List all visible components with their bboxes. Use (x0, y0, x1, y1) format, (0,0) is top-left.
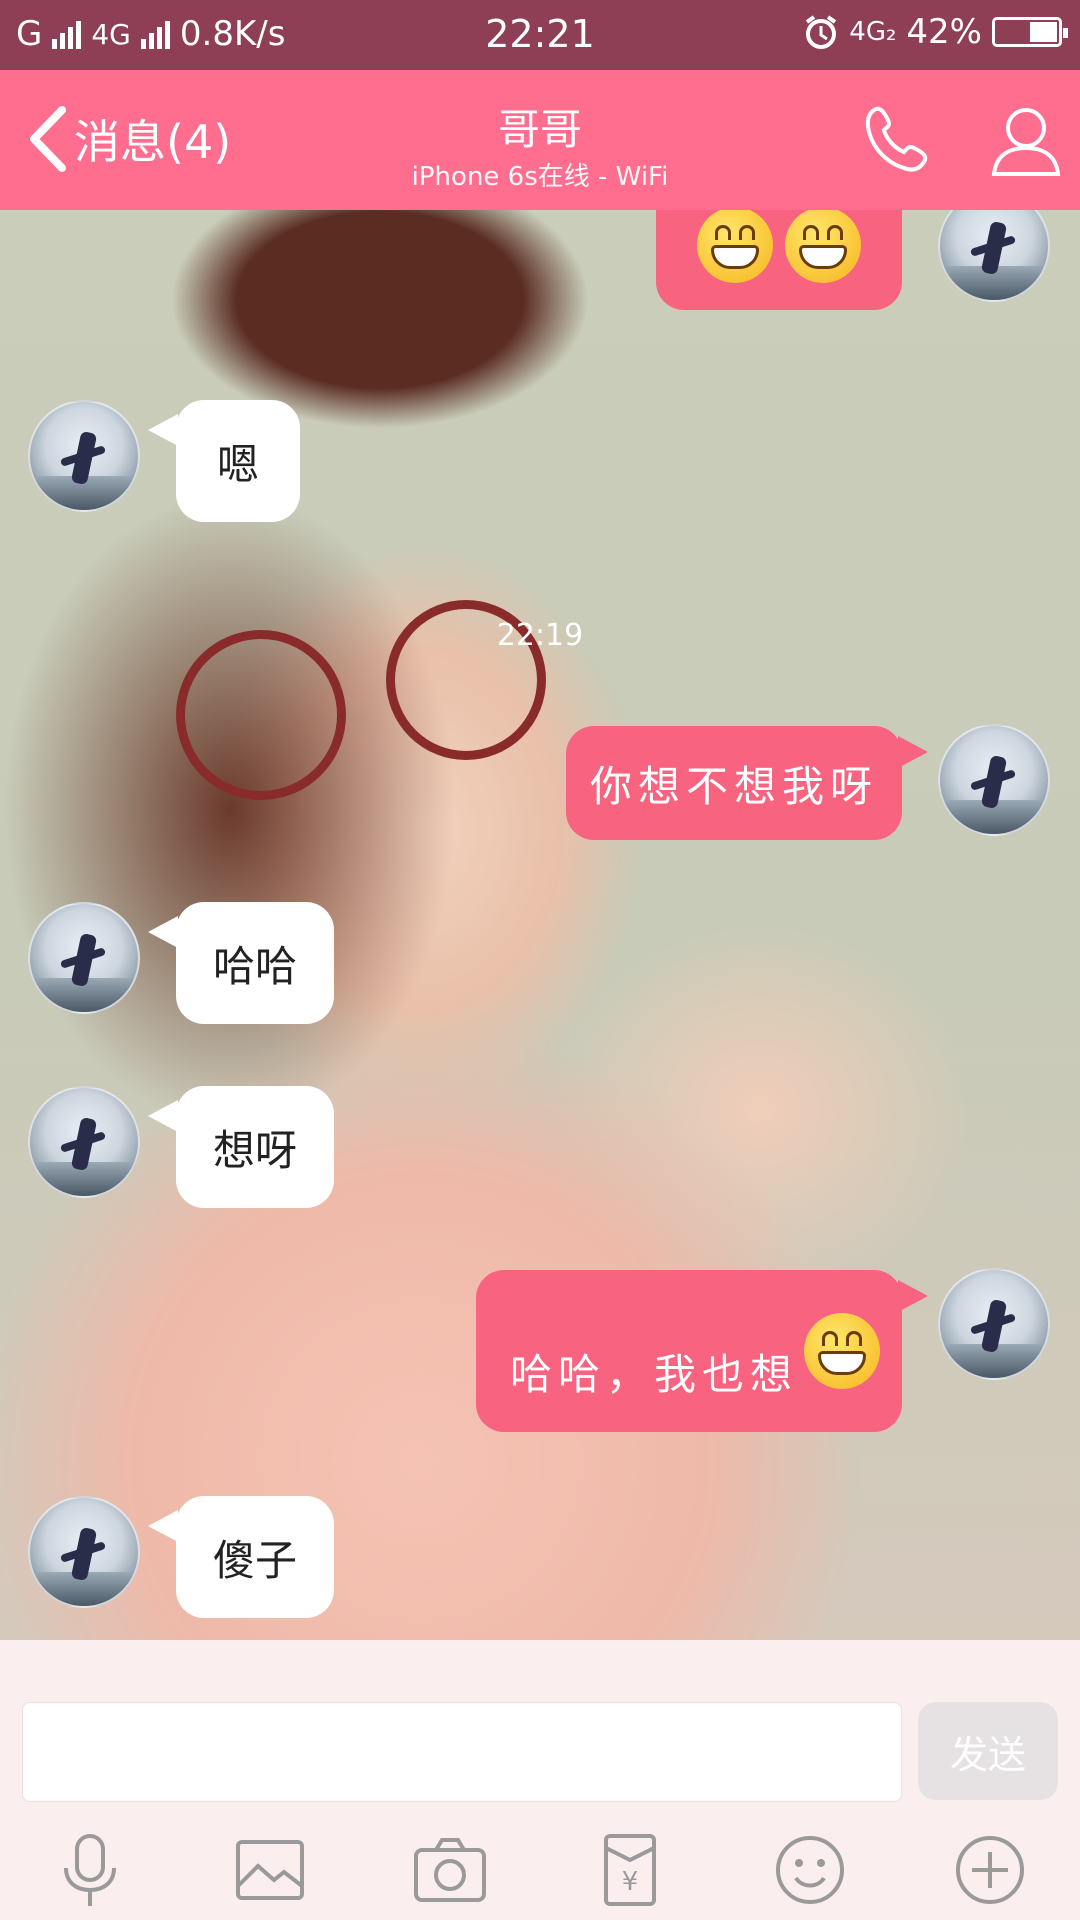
send-button[interactable]: 发送 (918, 1702, 1058, 1800)
avatar-contact[interactable] (28, 902, 140, 1014)
battery-level-fill (1030, 22, 1057, 42)
battery-percent: 42% (906, 12, 982, 52)
message-bubble-incoming[interactable]: 傻子 (176, 1496, 334, 1618)
message-input[interactable] (22, 1702, 902, 1802)
message-bubble-incoming[interactable]: 嗯 (176, 400, 300, 522)
input-panel: 发送 ¥ (0, 1640, 1080, 1920)
emoji-icon[interactable] (770, 1830, 850, 1910)
camera-icon[interactable] (410, 1830, 490, 1910)
image-icon[interactable] (230, 1830, 310, 1910)
avatar-contact[interactable] (28, 400, 140, 512)
status-bar: G 4G 0.8K/s 22:21 4G₂ 42% (0, 0, 1080, 70)
red-packet-icon[interactable]: ¥ (590, 1830, 670, 1910)
message-bubble-incoming[interactable]: 哈哈 (176, 902, 334, 1024)
grin-emoji-icon (697, 210, 773, 283)
red-packet-symbol: ¥ (622, 1867, 639, 1897)
message-timestamp: 22:19 (496, 618, 584, 653)
avatar-self[interactable] (938, 1268, 1050, 1380)
microphone-icon[interactable] (50, 1830, 130, 1910)
grin-emoji-icon (785, 210, 861, 283)
avatar-self[interactable] (938, 210, 1050, 302)
network-4g2-label: 4G₂ (849, 17, 897, 47)
message-bubble-outgoing[interactable] (656, 210, 902, 310)
message-bubble-incoming[interactable]: 想呀 (176, 1086, 334, 1208)
avatar-self[interactable] (938, 724, 1050, 836)
plus-icon[interactable] (950, 1830, 1030, 1910)
battery-icon (992, 17, 1068, 47)
background-photo-detail (176, 630, 346, 800)
phone-icon[interactable] (856, 100, 936, 180)
message-bubble-outgoing[interactable]: 你想不想我呀 (566, 726, 902, 840)
chat-header: 消息(4) 哥哥 iPhone 6s在线 - WiFi (0, 70, 1080, 210)
grin-emoji-icon (804, 1313, 881, 1389)
message-bubble-outgoing[interactable]: 哈哈，我也想 (476, 1270, 902, 1432)
alarm-icon (806, 15, 837, 49)
avatar-contact[interactable] (28, 1086, 140, 1198)
input-toolbar: ¥ (0, 1820, 1080, 1920)
avatar-contact[interactable] (28, 1496, 140, 1608)
message-text: 哈哈，我也想 (510, 1349, 799, 1399)
chat-background: 22:19 嗯 你想不想我呀 哈哈 想呀 哈哈，我也想 傻子 (0, 210, 1080, 1640)
profile-icon[interactable] (986, 100, 1066, 180)
